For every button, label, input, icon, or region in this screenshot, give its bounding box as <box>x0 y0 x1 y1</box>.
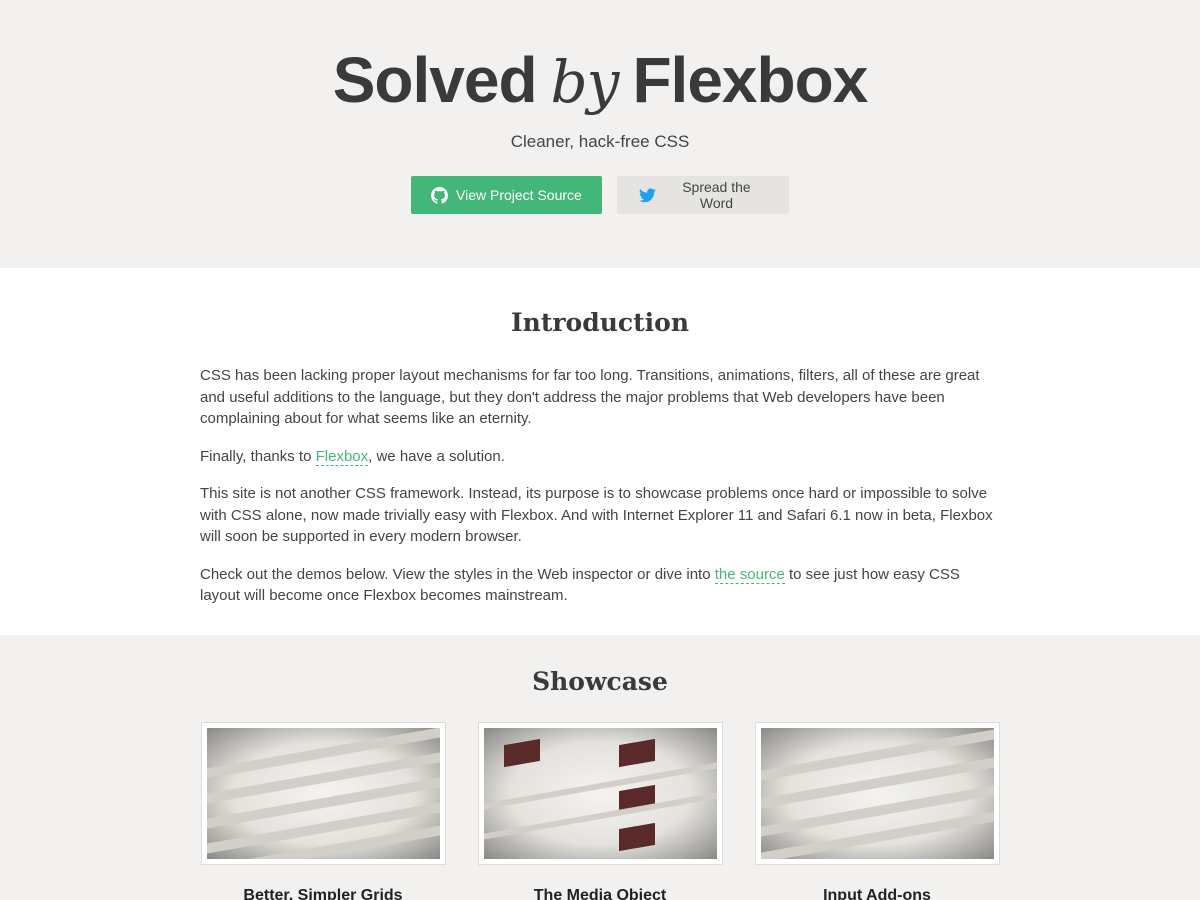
twitter-icon <box>639 188 656 202</box>
site-title: Solved by Flexbox <box>0 44 1200 118</box>
grids-thumbnail[interactable] <box>200 722 446 865</box>
intro-paragraph-4: Check out the demos below. View the styl… <box>200 564 1000 607</box>
hero-section: Solved by Flexbox Cleaner, hack-free CSS V… <box>0 0 1200 268</box>
intro-p2-text-before: Finally, thanks to <box>200 447 316 465</box>
view-project-source-button[interactable]: View Project Source <box>411 176 602 214</box>
input-addons-thumbnail[interactable] <box>754 722 1000 865</box>
media-object-thumbnail[interactable] <box>477 722 723 865</box>
spread-the-word-label: Spread the Word <box>682 179 751 211</box>
introduction-body: CSS has been lacking proper layout mecha… <box>200 365 1000 607</box>
showcase-cards: Better, Simpler Grids The Media Object I… <box>0 722 1200 900</box>
intro-p2-text-after: , we have a solution. <box>368 447 505 465</box>
showcase-section: Showcase Better, Simpler Grids The Media… <box>0 635 1200 900</box>
intro-p4-text-before: Check out the demos below. View the styl… <box>200 565 715 583</box>
grids-card-label[interactable]: Better, Simpler Grids <box>201 887 446 900</box>
intro-paragraph-3: This site is not another CSS framework. … <box>200 485 993 545</box>
introduction-heading: Introduction <box>510 308 690 337</box>
showcase-card-input-addons[interactable]: Input Add-ons <box>754 722 1000 900</box>
introduction-section: Introduction CSS has been lacking proper… <box>0 268 1200 635</box>
flexbox-link[interactable]: Flexbox <box>315 447 369 466</box>
site-subtitle: Cleaner, hack-free CSS <box>510 132 690 151</box>
the-source-link[interactable]: the source <box>714 565 785 584</box>
showcase-card-media-object[interactable]: The Media Object <box>477 722 723 900</box>
title-flexbox: Flexbox <box>632 44 868 116</box>
intro-paragraph-1: CSS has been lacking proper layout mecha… <box>200 367 980 427</box>
view-project-source-label: View Project Source <box>456 187 582 203</box>
hero-buttons: View Project Source Spread the Word <box>0 176 1200 214</box>
showcase-card-grids[interactable]: Better, Simpler Grids <box>200 722 446 900</box>
spread-the-word-button[interactable]: Spread the Word <box>617 176 789 214</box>
title-by: by <box>550 48 620 116</box>
github-icon <box>431 186 448 204</box>
media-object-card-label[interactable]: The Media Object <box>478 887 723 900</box>
input-addons-card-label[interactable]: Input Add-ons <box>755 887 1000 900</box>
showcase-heading: Showcase <box>532 667 668 696</box>
title-solved: Solved <box>332 44 538 116</box>
intro-paragraph-2: Finally, thanks to Flexbox, we have a so… <box>200 446 1000 468</box>
